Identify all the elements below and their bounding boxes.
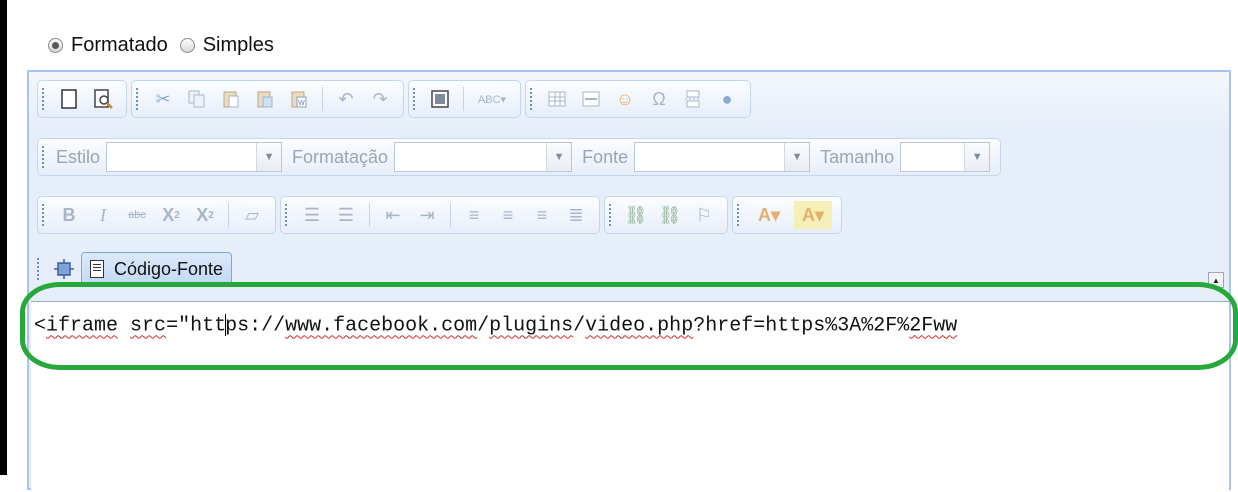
align-right-icon[interactable]: ≡: [528, 201, 556, 229]
background-color-icon[interactable]: A▾: [794, 201, 832, 229]
document-icon: [90, 260, 104, 278]
strikethrough-icon[interactable]: abc: [123, 201, 151, 229]
align-justify-icon[interactable]: ≣: [562, 201, 590, 229]
outdent-icon[interactable]: ⇤: [379, 201, 407, 229]
spellcheck-underline-word: src: [130, 314, 167, 338]
page-break-icon[interactable]: [679, 85, 707, 113]
size-combo-label: Tamanho: [820, 146, 895, 167]
bulleted-list-icon[interactable]: ☰: [332, 201, 360, 229]
toolbar-row-3: B I abc X2 X2 ▱ ☰ ☰ ⇤ ⇥ ≡ ≡ ≡ ≣ ⛓ ⛓ ⚐ A▾…: [37, 196, 846, 234]
paste-word-icon[interactable]: W: [285, 85, 313, 113]
preview-icon[interactable]: [89, 85, 117, 113]
spellcheck-icon[interactable]: ABC▾: [473, 85, 511, 113]
remove-format-icon[interactable]: ▱: [238, 201, 266, 229]
rich-text-editor: ✂ W ↶ ↷ ABC▾ ☺ Ω ● Estilo ▼ Formatação ▼…: [27, 70, 1231, 492]
toolbar-separator: [369, 203, 370, 227]
toolbar-grip[interactable]: [285, 204, 289, 226]
font-combo[interactable]: ▼: [634, 142, 811, 172]
toolbar-row-4: Código-Fonte: [37, 250, 233, 288]
toolbar-grip[interactable]: [609, 204, 613, 226]
scroll-up-button[interactable]: ▲: [1208, 272, 1224, 288]
spellcheck-underline-word: video.php: [585, 314, 694, 338]
toolbar-separator: [450, 203, 451, 227]
paste-text-icon[interactable]: [251, 85, 279, 113]
formatado-radio[interactable]: [48, 37, 63, 53]
left-border: [0, 0, 7, 475]
superscript-icon[interactable]: X2: [191, 201, 219, 229]
paragraph-group: ☰ ☰ ⇤ ⇥ ≡ ≡ ≡ ≣: [280, 196, 600, 234]
redo-icon[interactable]: ↷: [366, 85, 394, 113]
source-code-button[interactable]: Código-Fonte: [81, 252, 233, 286]
spellcheck-underline-word: plugins: [489, 314, 574, 338]
toolbar-separator: [228, 203, 229, 227]
special-char-icon[interactable]: Ω: [645, 85, 673, 113]
toolbar-separator: [322, 87, 323, 111]
subscript-icon[interactable]: X2: [157, 201, 185, 229]
toolbar-grip[interactable]: [737, 204, 741, 226]
spellcheck-underline-word: iframe: [46, 314, 119, 338]
basic-styles-group: B I abc X2 X2 ▱: [37, 196, 276, 234]
style-combo[interactable]: ▼: [106, 142, 283, 172]
toolbar-grip[interactable]: [42, 88, 46, 110]
toolbar-grip[interactable]: [42, 146, 46, 168]
maximize-icon[interactable]: [50, 255, 78, 283]
style-combo-label: Estilo: [56, 146, 101, 167]
format-combo[interactable]: ▼: [394, 142, 573, 172]
source-code-label: Código-Fonte: [114, 258, 224, 279]
iframe-globe-icon[interactable]: ●: [713, 85, 741, 113]
insert-group: ☺ Ω ●: [525, 80, 751, 118]
colors-group: A▾ A▾: [732, 196, 842, 234]
links-group: ⛓ ⛓ ⚐: [604, 196, 728, 234]
source-textarea[interactable]: <iframe src="https://www.facebook.com/pl…: [31, 301, 1229, 492]
table-icon[interactable]: [543, 85, 571, 113]
simples-label[interactable]: Simples: [203, 34, 274, 57]
align-left-icon[interactable]: ≡: [460, 201, 488, 229]
toolbar-grip[interactable]: [42, 204, 46, 226]
bold-icon[interactable]: B: [55, 201, 83, 229]
size-combo[interactable]: ▼: [900, 142, 991, 172]
chevron-down-icon[interactable]: ▼: [256, 143, 282, 171]
toolbar-row-2: Estilo ▼ Formatação ▼ Fonte ▼ Tamanho ▼: [37, 138, 1005, 176]
spellcheck-underline-word: www.facebook.com: [285, 314, 478, 338]
cut-icon[interactable]: ✂: [149, 85, 177, 113]
numbered-list-icon[interactable]: ☰: [298, 201, 326, 229]
editor-mode-selector: Formatado Simples: [48, 30, 286, 60]
horizontal-rule-icon[interactable]: [577, 85, 605, 113]
text-color-icon[interactable]: A▾: [750, 201, 788, 229]
undo-icon[interactable]: ↶: [332, 85, 360, 113]
clipboard-group: ✂ W ↶ ↷: [131, 80, 404, 118]
toolbar-grip[interactable]: [413, 88, 417, 110]
paste-icon[interactable]: [217, 85, 245, 113]
link-icon[interactable]: ⛓: [622, 201, 650, 229]
svg-text:W: W: [298, 99, 305, 107]
chevron-down-icon[interactable]: ▼: [546, 143, 572, 171]
toolbar-row-1: ✂ W ↶ ↷ ABC▾ ☺ Ω ●: [37, 80, 755, 118]
smiley-icon[interactable]: ☺: [611, 85, 639, 113]
format-combo-label: Formatação: [292, 146, 389, 167]
source-code-line: <iframe src="https://www.facebook.com/pl…: [34, 314, 958, 338]
toolbar-separator: [463, 87, 464, 111]
toolbar-grip[interactable]: [37, 258, 41, 280]
align-center-icon[interactable]: ≡: [494, 201, 522, 229]
spellcheck-underline-word: 2Fww: [909, 314, 958, 338]
indent-icon[interactable]: ⇥: [413, 201, 441, 229]
anchor-flag-icon[interactable]: ⚐: [690, 201, 718, 229]
toolbar-grip[interactable]: [136, 88, 140, 110]
copy-icon[interactable]: [183, 85, 211, 113]
italic-icon[interactable]: I: [89, 201, 117, 229]
unlink-icon[interactable]: ⛓: [656, 201, 684, 229]
font-combo-label: Fonte: [582, 146, 629, 167]
chevron-down-icon[interactable]: ▼: [784, 143, 810, 171]
styles-group: Estilo ▼ Formatação ▼ Fonte ▼ Tamanho ▼: [37, 138, 1002, 176]
chevron-down-icon[interactable]: ▼: [964, 143, 990, 171]
formatado-label[interactable]: Formatado: [71, 34, 168, 57]
simples-radio[interactable]: [179, 37, 195, 53]
select-group: ABC▾: [408, 80, 521, 118]
new-page-icon[interactable]: [55, 85, 83, 113]
select-all-icon[interactable]: [426, 85, 454, 113]
toolbar-grip[interactable]: [530, 88, 534, 110]
document-group: [37, 80, 127, 118]
